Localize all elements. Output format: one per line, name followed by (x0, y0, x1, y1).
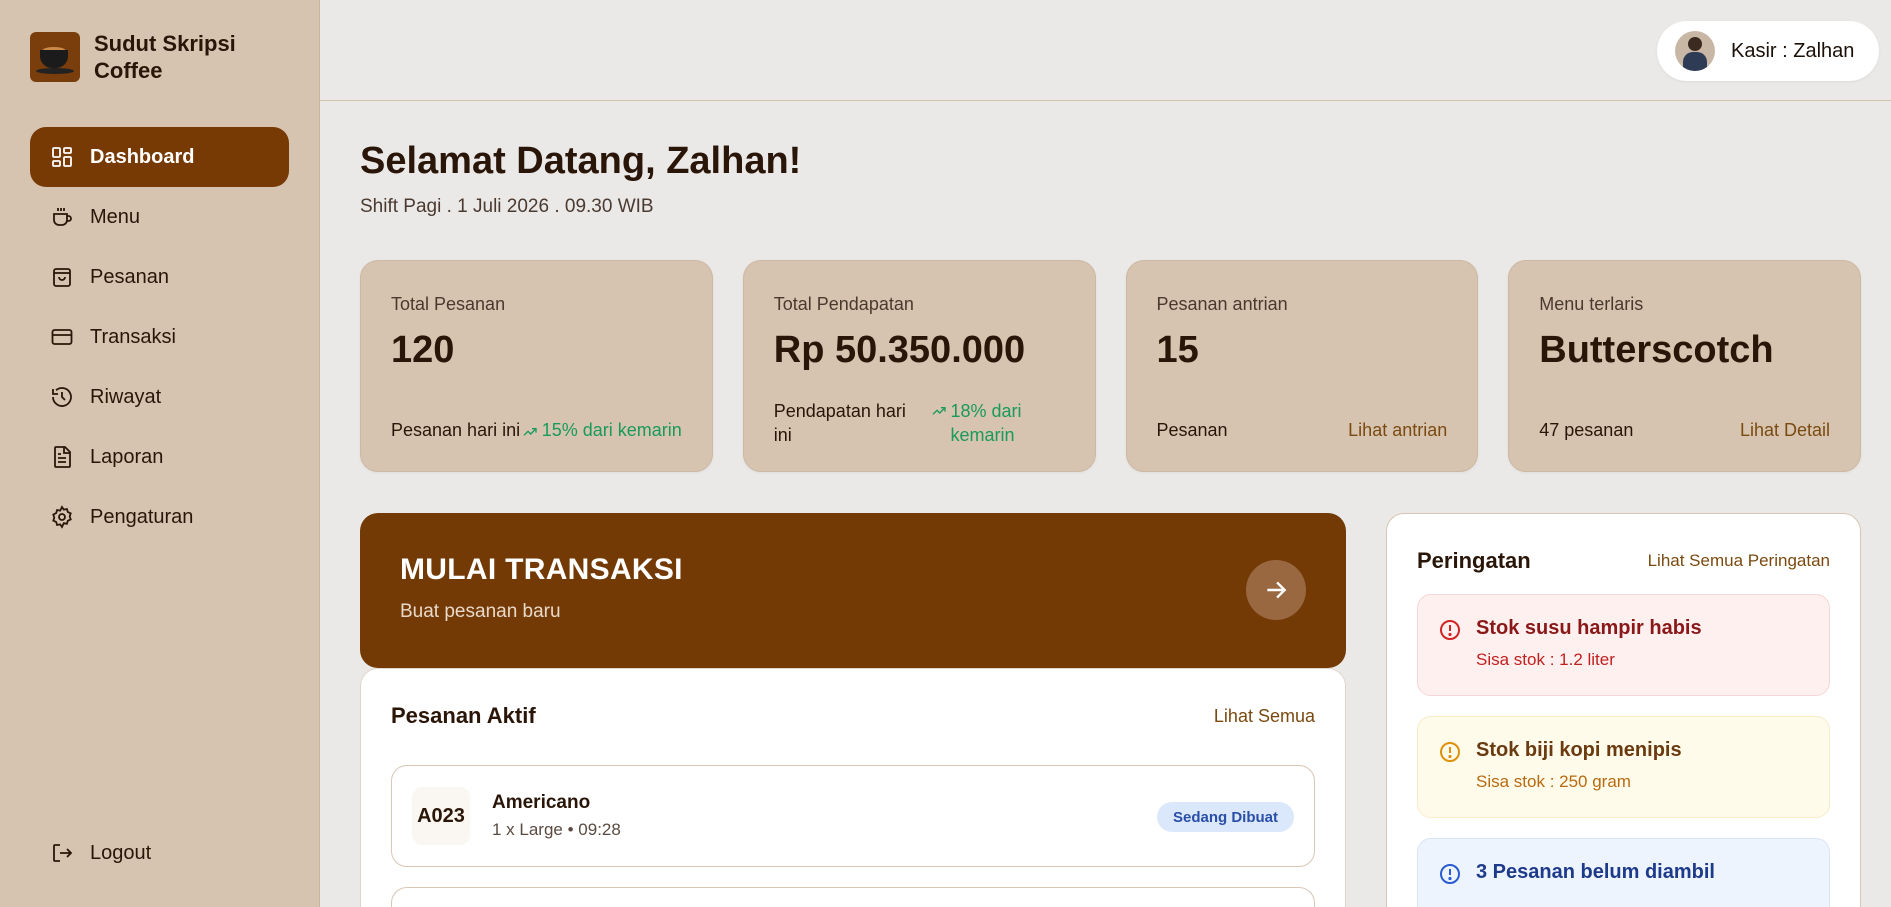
sidebar-item-pengaturan[interactable]: Pengaturan (30, 487, 289, 547)
start-transaction-banner[interactable]: MULAI TRANSAKSI Buat pesanan baru (360, 513, 1346, 668)
card-label: Pesanan antrian (1156, 294, 1288, 314)
alert-item[interactable]: 3 Pesanan belum diambil (1417, 838, 1830, 907)
logout-button[interactable]: Logout (30, 823, 289, 883)
card-foot-text: 47 pesanan (1539, 420, 1634, 440)
sidebar-item-label: Dashboard (90, 145, 195, 168)
logout-icon (53, 844, 73, 862)
arrow-right-icon (1267, 581, 1287, 599)
card-footer: Pendapatan hari ini 18% dari kemarin (774, 399, 1065, 447)
lihat-antrian-link[interactable]: Lihat antrian (1348, 420, 1447, 441)
card-icon (51, 329, 73, 345)
stat-cards: Total Pesanan 120 Pesanan hari ini 15% d… (360, 260, 1861, 472)
sidebar-item-label: Pengaturan (90, 505, 194, 528)
sidebar-item-dashboard[interactable]: Dashboard (30, 127, 289, 187)
card-total-pesanan: Total Pesanan 120 Pesanan hari ini 15% d… (360, 260, 713, 472)
card-total-pendapatan: Total Pendapatan Rp 50.350.000 Pendapata… (742, 260, 1096, 472)
order-row[interactable] (391, 887, 1315, 907)
brand-name: Sudut Skripsi Coffee (94, 31, 236, 83)
card-foot-text: Pesanan (1156, 420, 1228, 440)
banner-title: MULAI TRANSAKSI (400, 553, 683, 586)
order-row[interactable]: A023 Americano 1 x Large • 09:28 Sedang … (391, 765, 1315, 867)
active-orders-panel: Pesanan Aktif Lihat Semua A023 Americano… (360, 668, 1346, 907)
alert-subtitle: Sisa stok : 1.2 liter (1476, 650, 1615, 669)
alert-item[interactable]: Stok biji kopi menipis Sisa stok : 250 g… (1417, 716, 1830, 818)
card-value: Butterscotch (1539, 329, 1774, 371)
user-name: Kasir : Zalhan (1731, 39, 1855, 62)
history-icon (52, 387, 72, 407)
bag-icon (53, 268, 71, 287)
section-title: Peringatan (1417, 548, 1531, 573)
alert-circle-icon (1440, 620, 1460, 640)
card-footer: 47 pesanan Lihat Detail (1539, 420, 1830, 441)
cup-icon (53, 208, 72, 226)
orders-header: Pesanan Aktif Lihat Semua (391, 703, 1315, 729)
brand[interactable]: Sudut Skripsi Coffee (30, 30, 244, 84)
sidebar-item-transaksi[interactable]: Transaksi (30, 307, 289, 367)
card-footer: Pesanan Lihat antrian (1157, 420, 1448, 441)
document-icon (54, 446, 71, 468)
card-label: Total Pesanan (391, 294, 506, 314)
lihat-detail-link[interactable]: Lihat Detail (1740, 420, 1830, 441)
trend-text: 18% dari kemarin (950, 401, 1022, 445)
sidebar-item-label: Laporan (90, 445, 164, 468)
alerts-header: Peringatan Lihat Semua Peringatan (1417, 548, 1830, 574)
alert-circle-icon (1440, 742, 1460, 762)
alert-subtitle: Sisa stok : 250 gram (1476, 772, 1631, 791)
status-badge: Sedang Dibuat (1156, 802, 1294, 832)
sidebar: Sudut Skripsi Coffee Dashboard Menu Pesa… (0, 0, 320, 907)
user-profile-button[interactable]: Kasir : Zalhan (1657, 21, 1879, 81)
start-transaction-button[interactable] (1246, 560, 1306, 620)
card-foot-text: Pesanan hari ini (391, 420, 521, 440)
alert-title: Stok susu hampir habis (1476, 617, 1702, 639)
card-value: 120 (391, 329, 455, 371)
card-menu-terlaris: Menu terlaris Butterscotch 47 pesanan Li… (1508, 260, 1861, 472)
trend-up: 18% dari kemarin (931, 399, 1055, 447)
order-detail: 1 x Large • 09:28 (492, 820, 621, 839)
trend-up-icon (523, 428, 537, 436)
banner-subtitle: Buat pesanan baru (400, 601, 561, 622)
page-title: Selamat Datang, Zalhan! (360, 140, 802, 182)
card-pesanan-antrian: Pesanan antrian 15 Pesanan Lihat antrian (1125, 260, 1479, 472)
alert-title: Stok biji kopi menipis (1476, 739, 1682, 761)
avatar (1675, 31, 1715, 71)
trend-up-icon (932, 407, 946, 415)
sidebar-item-laporan[interactable]: Laporan (30, 427, 289, 487)
sidebar-item-pesanan[interactable]: Pesanan (30, 247, 289, 307)
sidebar-item-label: Pesanan (90, 265, 169, 288)
gear-icon (52, 505, 72, 529)
sidebar-item-label: Transaksi (90, 325, 176, 348)
logout-label: Logout (90, 841, 152, 864)
topbar: Kasir : Zalhan (320, 0, 1891, 101)
card-label: Menu terlaris (1539, 294, 1644, 314)
lihat-semua-link[interactable]: Lihat Semua (1214, 706, 1315, 727)
card-value: Rp 50.350.000 (773, 329, 1026, 371)
card-value: 15 (1156, 329, 1199, 371)
card-foot-text: Pendapatan hari ini (773, 401, 906, 445)
alert-circle-icon (1440, 864, 1460, 884)
alerts-panel: Peringatan Lihat Semua Peringatan Stok s… (1386, 513, 1861, 907)
lihat-semua-peringatan-link[interactable]: Lihat Semua Peringatan (1648, 551, 1830, 571)
card-footer: Pesanan hari ini 15% dari kemarin (391, 420, 682, 441)
sidebar-item-label: Menu (90, 205, 141, 228)
sidebar-nav: Dashboard Menu Pesanan Transaksi Riwayat… (30, 127, 289, 547)
sidebar-item-label: Riwayat (90, 385, 162, 408)
coffee-cup-logo (30, 32, 80, 82)
card-label: Total Pendapatan (773, 294, 914, 314)
trend-up: 15% dari kemarin (522, 420, 682, 441)
section-title: Pesanan Aktif (391, 703, 536, 728)
shift-info: Shift Pagi . 1 Juli 2026 . 09.30 WIB (360, 196, 654, 217)
trend-text: 15% dari kemarin (541, 420, 682, 440)
sidebar-item-menu[interactable]: Menu (30, 187, 289, 247)
order-info: Americano 1 x Large • 09:28 (492, 792, 621, 840)
order-code: A023 (412, 787, 470, 845)
alert-item[interactable]: Stok susu hampir habis Sisa stok : 1.2 l… (1417, 594, 1830, 696)
dashboard-icon (52, 147, 72, 167)
alert-title: 3 Pesanan belum diambil (1476, 861, 1715, 883)
sidebar-item-riwayat[interactable]: Riwayat (30, 367, 289, 427)
order-name: Americano (492, 792, 591, 813)
